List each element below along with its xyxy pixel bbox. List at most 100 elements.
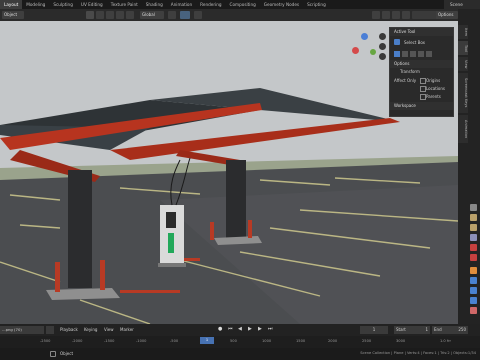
frame-ruler[interactable]: -2500 -2000 -1500 -1000 -500 1 500 1000 … [0,336,480,348]
timeline-editor-type-icon[interactable] [46,326,54,334]
play-icon[interactable]: ▶ [248,326,256,334]
ruler-tick: -1500 [104,339,115,343]
world-properties-icon[interactable] [470,254,477,261]
tab-geometry-nodes[interactable]: Geometry Nodes [260,0,303,9]
jump-end-icon[interactable]: ⏭ [268,326,276,334]
workspace-tabs: Layout Modeling Sculpting UV Editing Tex… [0,0,480,9]
tab-animation[interactable]: Animation [167,0,196,9]
playback-menu[interactable]: Playback [60,327,78,332]
ruler-tick: 3000 [396,339,406,343]
material-properties-icon[interactable] [470,307,477,314]
end-frame-field[interactable]: End 250 [432,326,468,334]
tab-shading[interactable]: Shading [142,0,167,9]
zoom-icon[interactable] [379,33,386,40]
options-header[interactable]: Options [390,60,453,68]
side-tab-view[interactable]: View [458,57,468,71]
tool-properties-icon[interactable] [470,204,477,211]
view-layer-icon[interactable] [470,234,477,241]
render-properties-icon[interactable] [470,214,477,221]
transform-icon[interactable] [96,11,104,19]
select-box-icon[interactable] [394,39,400,45]
xray-icon[interactable] [402,11,410,19]
step-forward-icon[interactable]: ▶ [258,326,266,334]
status-bar: Object Scene Collection | Plane | Verts:… [0,348,480,360]
mode-label: Object [4,12,18,17]
modifier-properties-icon[interactable] [470,277,477,284]
mode-set-icon[interactable] [394,51,400,57]
end-label: End [434,327,442,332]
tab-rendering[interactable]: Rendering [196,0,225,9]
tab-modeling[interactable]: Modeling [22,0,49,9]
active-tool-name: Select Box [404,40,426,45]
record-icon[interactable]: ● [218,326,226,334]
scene-properties-icon[interactable] [470,244,477,251]
selection-mode-row [390,50,453,60]
mode-invert-icon[interactable] [418,51,424,57]
tab-uv-editing[interactable]: UV Editing [77,0,107,9]
view-menu[interactable]: View [104,327,114,332]
side-tab-screencast-keys[interactable]: Screencast Keys [458,73,468,113]
tab-scripting[interactable]: Scripting [303,0,330,9]
tab-sculpting[interactable]: Sculpting [49,0,77,9]
affect-only-label: Affect Only [394,78,417,83]
camera-view-icon[interactable] [379,53,386,60]
mouse-icon [50,351,56,357]
physics-properties-icon[interactable] [470,297,477,304]
ruler-tick: -2500 [40,339,51,343]
orientation-dropdown[interactable]: Global [140,11,164,19]
ruler-tick: 2000 [328,339,338,343]
tool-settings-panel: Active Tool Select Box Options Transform… [389,27,454,117]
frame-readout: 1.0 frr [440,339,452,343]
rotate-icon[interactable] [126,11,134,19]
image-field[interactable]: ...png (70) [0,326,44,334]
object-properties-icon[interactable] [470,267,477,274]
ruler-tick: 2500 [362,339,372,343]
transform-header[interactable]: Transform [390,68,453,76]
mode-intersect-icon[interactable] [426,51,432,57]
tab-texture-paint[interactable]: Texture Paint [107,0,142,9]
pivot-icon[interactable] [168,11,176,19]
start-frame-field[interactable]: Start 1 [394,326,430,334]
output-properties-icon[interactable] [470,224,477,231]
step-back-icon[interactable]: ◀ [238,326,246,334]
options-dropdown[interactable]: Options [436,11,458,19]
visibility-icon[interactable] [372,11,380,19]
navigation-gizmo[interactable] [352,33,378,59]
overlay-icon[interactable] [392,11,400,19]
gizmo-icon[interactable] [382,11,390,19]
side-tab-item[interactable]: Item [458,25,468,39]
marker-menu[interactable]: Marker [120,327,134,332]
scene-selector[interactable]: Scene [444,0,480,9]
select-tool-icon[interactable] [86,11,94,19]
x-axis-icon[interactable] [352,47,359,54]
cursor-icon[interactable] [106,11,114,19]
status-right-text: Scene Collection | Plane | Verts:4 | Fac… [360,351,476,355]
move-icon[interactable] [116,11,124,19]
proportional-edit-icon[interactable] [194,11,202,19]
mode-extend-icon[interactable] [402,51,408,57]
keying-menu[interactable]: Keying [84,327,97,332]
scene-label: Scene [450,2,463,7]
start-label: Start [396,327,406,332]
pan-icon[interactable] [379,43,386,50]
playhead[interactable]: 1 [200,337,214,344]
mode-subtract-icon[interactable] [410,51,416,57]
parents-label: Parents [426,94,441,99]
particles-properties-icon[interactable] [470,287,477,294]
origins-label: Origins [426,78,441,83]
ruler-tick: 500 [230,339,237,343]
side-tab-animation[interactable]: Animation [458,115,468,143]
snap-icon[interactable] [180,11,190,19]
z-axis-icon[interactable] [361,33,368,40]
jump-start-icon[interactable]: ⏮ [228,326,236,334]
workspace-header[interactable]: Workspace [390,102,453,110]
status-left-text: Object [60,351,74,356]
y-axis-icon[interactable] [370,49,376,55]
mode-dropdown[interactable]: Object [2,11,24,19]
side-tab-tool[interactable]: Tool [458,41,468,55]
current-frame-field[interactable]: 1 [360,326,388,334]
active-tool-header[interactable]: Active Tool [390,28,453,36]
tab-layout[interactable]: Layout [0,0,23,9]
tab-compositing[interactable]: Compositing [226,0,260,9]
active-tool-row: Select Box [390,36,453,50]
